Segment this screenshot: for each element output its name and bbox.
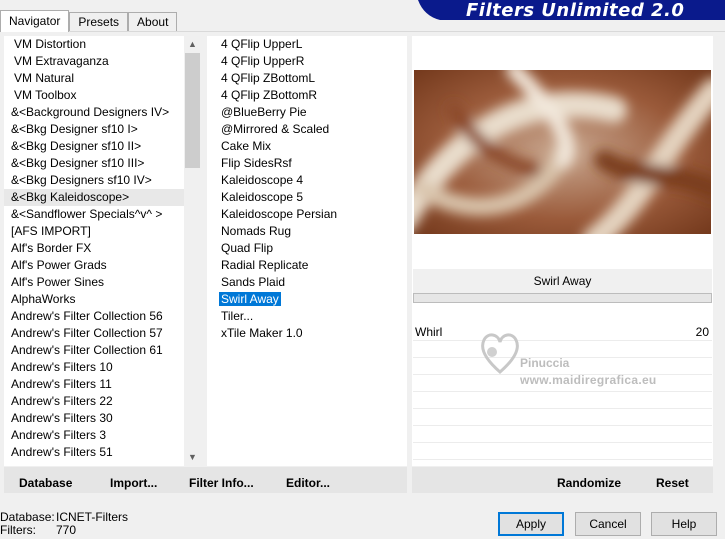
scroll-thumb[interactable]: [185, 53, 200, 168]
list-item[interactable]: Andrew's Filter Collection 57: [4, 325, 201, 342]
list-item[interactable]: Cake Mix: [207, 138, 407, 155]
right-action-bar: Randomize Reset: [412, 467, 713, 493]
parameter-row-empty: [413, 426, 712, 443]
tab-about[interactable]: About: [128, 12, 178, 32]
list-item[interactable]: Quad Flip: [207, 240, 407, 257]
list-item-selected[interactable]: &<Bkg Kaleidoscope>: [4, 189, 201, 206]
list-item[interactable]: Andrew's Filter Collection 61: [4, 342, 201, 359]
scroll-up-icon[interactable]: ▲: [184, 36, 201, 53]
parameter-name: Whirl: [415, 325, 443, 339]
list-item[interactable]: Flip SidesRsf: [207, 155, 407, 172]
list-item[interactable]: @Mirrored & Scaled: [207, 121, 407, 138]
filters-label: Filters:: [0, 523, 36, 537]
list-item[interactable]: 4 QFlip UpperR: [207, 53, 407, 70]
editor-button[interactable]: Editor...: [286, 476, 330, 490]
list-item[interactable]: Andrew's Filter Collection 56: [4, 308, 201, 325]
status-area: Database: ICNET-Filters Filters: 770: [0, 511, 128, 537]
list-item[interactable]: Andrew's Filters 11: [4, 376, 201, 393]
list-item[interactable]: &<Bkg Designers sf10 IV>: [4, 172, 201, 189]
list-item[interactable]: VM Toolbox: [4, 87, 201, 104]
list-item[interactable]: Kaleidoscope 4: [207, 172, 407, 189]
list-item[interactable]: Alf's Power Sines: [4, 274, 201, 291]
category-scrollbar[interactable]: ▲ ▼: [184, 36, 201, 466]
watermark-name: Pinuccia: [520, 356, 570, 370]
watermark-url: www.maidiregrafica.eu: [520, 373, 657, 387]
list-item[interactable]: Andrew's Filters 10: [4, 359, 201, 376]
parameter-row-empty: [413, 443, 712, 460]
category-list[interactable]: VM Distortion VM Extravaganza VM Natural…: [4, 36, 201, 466]
parameter-row-empty: [413, 409, 712, 426]
tab-bar: Navigator Presets About: [0, 10, 178, 32]
help-button[interactable]: Help: [651, 512, 717, 536]
tab-presets[interactable]: Presets: [69, 12, 129, 32]
list-item[interactable]: @BlueBerry Pie: [207, 104, 407, 121]
list-item[interactable]: 4 QFlip ZBottomL: [207, 70, 407, 87]
brand-title: Filters Unlimited 2.0: [466, 0, 685, 21]
list-item-selected[interactable]: Swirl Away: [207, 291, 407, 308]
list-item[interactable]: Kaleidoscope Persian: [207, 206, 407, 223]
list-item[interactable]: VM Distortion: [4, 36, 201, 53]
list-item[interactable]: 4 QFlip ZBottomR: [207, 87, 407, 104]
list-item[interactable]: Andrew's Filters 3: [4, 427, 201, 444]
scroll-down-icon[interactable]: ▼: [184, 449, 201, 466]
list-item[interactable]: &<Bkg Designer sf10 II>: [4, 138, 201, 155]
parameter-value[interactable]: 20: [696, 324, 709, 341]
list-item[interactable]: 4 QFlip UpperL: [207, 36, 407, 53]
watermark: Pinuccia www.maidiregrafica.eu: [478, 328, 688, 388]
list-item[interactable]: &<Sandflower Specials^v^ >: [4, 206, 201, 223]
parameter-row-empty: [413, 392, 712, 409]
list-item[interactable]: AlphaWorks: [4, 291, 201, 308]
progress-bar: [413, 293, 712, 303]
list-item[interactable]: Radial Replicate: [207, 257, 407, 274]
list-item[interactable]: [AFS IMPORT]: [4, 223, 201, 240]
selected-filter-name: Swirl Away: [413, 269, 712, 293]
filter-list[interactable]: 4 QFlip UpperL 4 QFlip UpperR 4 QFlip ZB…: [207, 36, 407, 466]
list-item[interactable]: VM Extravaganza: [4, 53, 201, 70]
list-item[interactable]: xTile Maker 1.0: [207, 325, 407, 342]
reset-button[interactable]: Reset: [656, 476, 689, 490]
list-item[interactable]: &<Background Designers IV>: [4, 104, 201, 121]
cancel-button[interactable]: Cancel: [575, 512, 641, 536]
list-item[interactable]: Alf's Power Grads: [4, 257, 201, 274]
list-item[interactable]: Sands Plaid: [207, 274, 407, 291]
list-item[interactable]: &<Bkg Designer sf10 I>: [4, 121, 201, 138]
list-item[interactable]: Nomads Rug: [207, 223, 407, 240]
import-button[interactable]: Import...: [110, 476, 157, 490]
list-item[interactable]: &<Bkg Designer sf10 III>: [4, 155, 201, 172]
database-button[interactable]: Database: [19, 476, 72, 490]
list-item[interactable]: Andrew's Filters 22: [4, 393, 201, 410]
tab-navigator[interactable]: Navigator: [0, 10, 70, 32]
list-item[interactable]: Andrew's Filters 51: [4, 444, 201, 461]
filter-info-button[interactable]: Filter Info...: [189, 476, 254, 490]
preview-image: [414, 70, 711, 234]
list-item[interactable]: Kaleidoscope 5: [207, 189, 407, 206]
filters-count: 770: [56, 523, 77, 537]
list-item[interactable]: VM Natural: [4, 70, 201, 87]
list-item[interactable]: Andrew's Filters 30: [4, 410, 201, 427]
heart-watermark-icon: [481, 333, 519, 374]
list-item[interactable]: Tiler...: [207, 308, 407, 325]
list-item[interactable]: Alf's Border FX: [4, 240, 201, 257]
apply-button[interactable]: Apply: [498, 512, 564, 536]
left-action-bar: Database Import... Filter Info... Editor…: [4, 467, 407, 493]
randomize-button[interactable]: Randomize: [557, 476, 621, 490]
